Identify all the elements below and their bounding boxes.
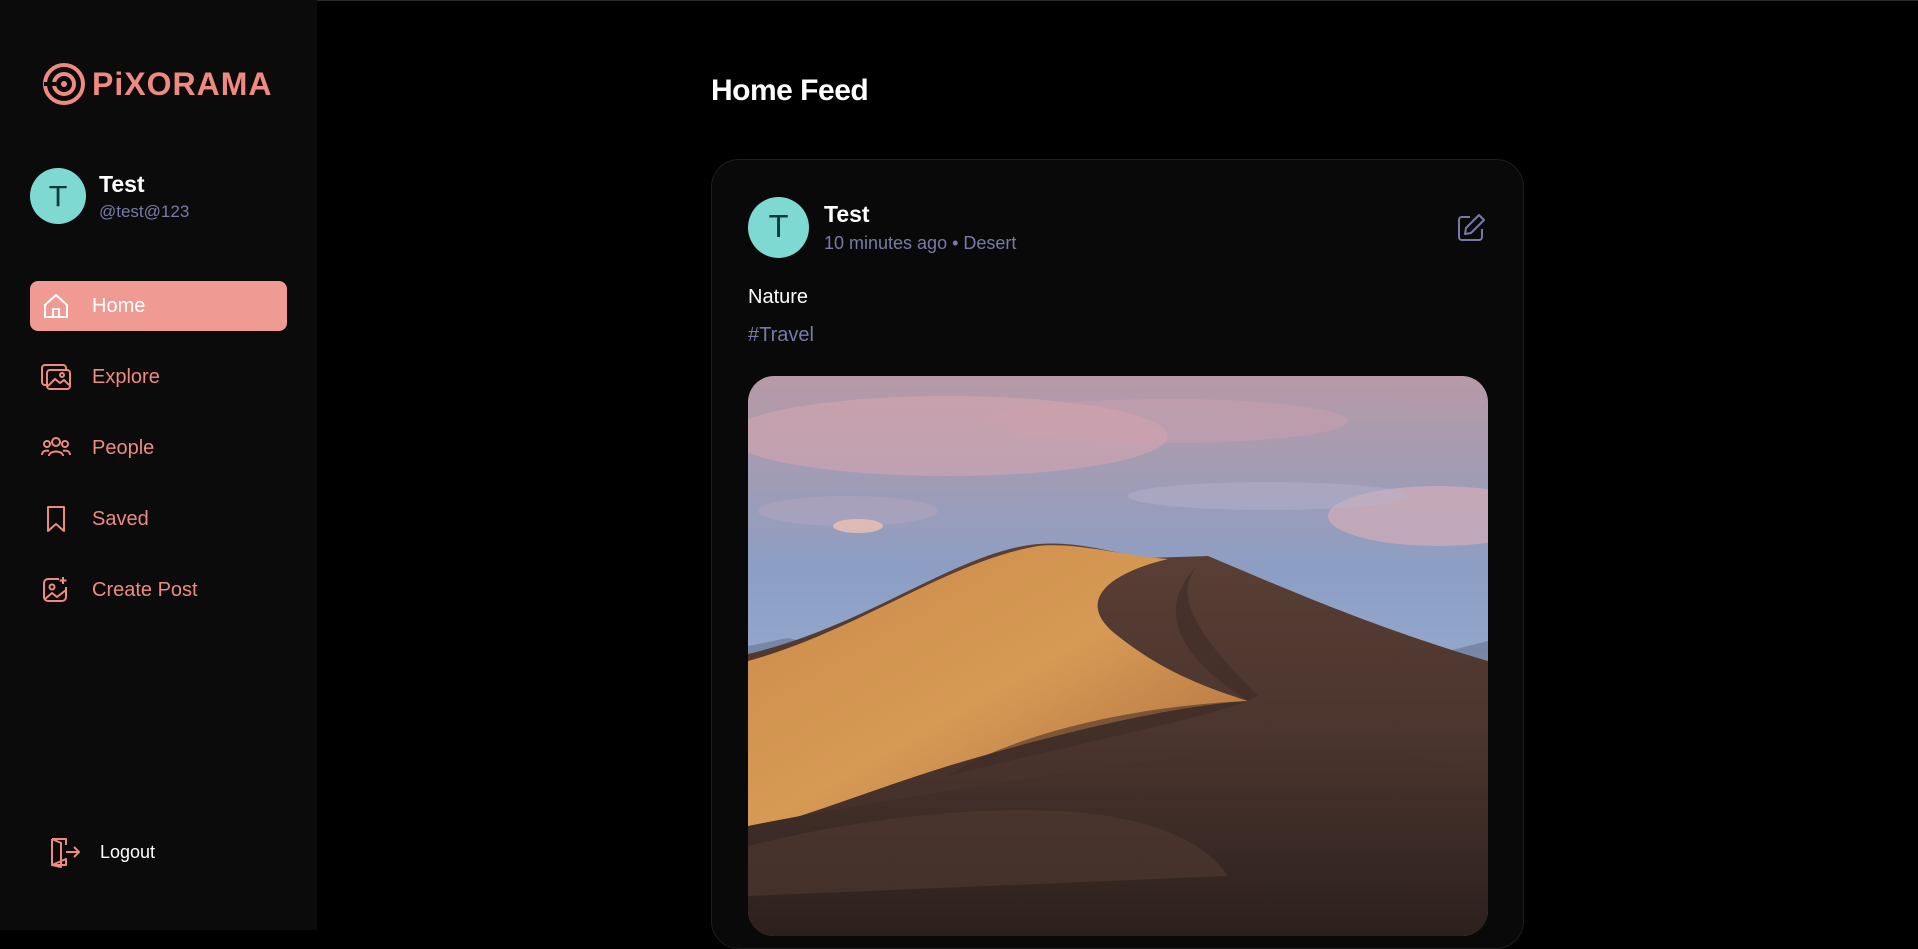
sidebar-item-label: People	[92, 436, 155, 459]
sidebar-nav: Home Explore People Saved Create Post	[30, 281, 287, 636]
logo-icon	[43, 63, 85, 105]
sidebar-item-label: Home	[92, 294, 146, 317]
gallery-icon	[40, 361, 72, 393]
logo-text: PiXORAMA	[92, 65, 273, 102]
post-meta: 10 minutes ago • Desert	[824, 233, 1017, 253]
avatar: T	[30, 168, 86, 224]
sidebar-item-home[interactable]: Home	[30, 281, 287, 331]
post-image[interactable]	[748, 376, 1488, 936]
logout-icon	[51, 838, 80, 868]
sidebar-item-people[interactable]: People	[30, 423, 287, 473]
sidebar-item-label: Create Post	[92, 578, 198, 601]
sidebar-item-label: Saved	[92, 507, 149, 530]
logout-button[interactable]: Logout	[48, 835, 155, 869]
sidebar: PiXORAMA T Test @test@123 Home Explore P…	[0, 0, 317, 930]
people-icon	[40, 432, 72, 464]
post-card: T Test 10 minutes ago • Desert Nature #T…	[711, 159, 1524, 949]
user-profile[interactable]: T Test @test@123	[30, 168, 189, 224]
profile-name: Test	[99, 170, 145, 197]
post-caption: Nature	[748, 286, 809, 308]
post-tag[interactable]: #Travel	[748, 324, 814, 347]
profile-handle: @test@123	[99, 201, 190, 221]
post-author-avatar[interactable]: T	[748, 197, 809, 258]
edit-post-button[interactable]	[1455, 212, 1487, 244]
edit-icon	[1458, 214, 1485, 241]
app-logo[interactable]: PiXORAMA	[42, 62, 272, 106]
image-add-icon	[40, 574, 72, 606]
sidebar-item-saved[interactable]: Saved	[30, 494, 287, 544]
sidebar-item-create-post[interactable]: Create Post	[30, 565, 287, 615]
desert-dune-photo	[748, 376, 1488, 936]
home-icon	[40, 290, 72, 322]
sidebar-item-explore[interactable]: Explore	[30, 352, 287, 402]
post-header: T Test 10 minutes ago • Desert	[748, 197, 1016, 258]
bookmark-icon	[40, 503, 72, 535]
page-title: Home Feed	[711, 74, 869, 107]
post-author-name[interactable]: Test	[824, 201, 1016, 228]
sidebar-item-label: Explore	[92, 365, 160, 388]
logout-label: Logout	[100, 841, 156, 862]
